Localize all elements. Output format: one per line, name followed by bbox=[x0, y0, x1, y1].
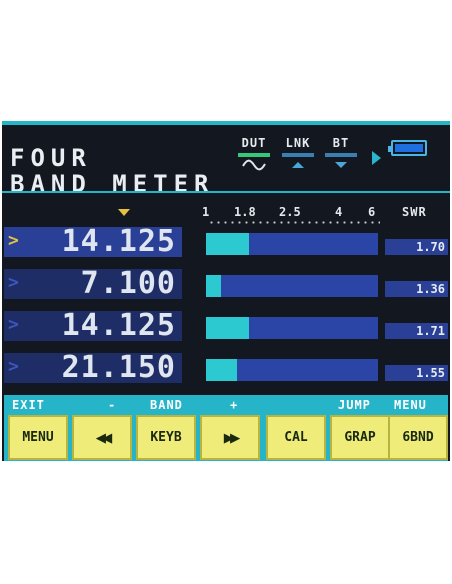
triangle-down-icon bbox=[335, 162, 347, 168]
header-divider bbox=[2, 191, 450, 193]
menu-label: MENU bbox=[394, 398, 427, 412]
grap-button[interactable]: GRAP bbox=[330, 415, 390, 460]
rewind-icon: ◀◀ bbox=[95, 427, 113, 448]
band-up-button[interactable]: ▶▶ bbox=[200, 415, 260, 460]
swr-header: SWR bbox=[402, 205, 427, 219]
dut-label: DUT bbox=[241, 136, 267, 150]
softkey-bar: EXIT - BAND + JUMP MENU MENU ◀◀ KEYB ▶▶ … bbox=[4, 395, 448, 461]
scale-tick: 4 bbox=[335, 205, 343, 219]
swr-meter bbox=[206, 275, 378, 297]
scale-tick: 1 bbox=[202, 205, 210, 219]
band-row-3[interactable]: > 14.125 1.71 bbox=[2, 308, 450, 343]
battery-fill bbox=[395, 144, 423, 152]
meter-screen: FOUR BAND METER DUT LNK BT 1 1.8 2.5 4 6… bbox=[2, 121, 450, 461]
lnk-indicator: LNK bbox=[282, 137, 314, 173]
swr-value: 1.71 bbox=[385, 323, 448, 339]
minus-label: - bbox=[108, 398, 117, 412]
chevron-right-icon: > bbox=[8, 356, 19, 377]
band-row-2[interactable]: > 7.100 1.36 bbox=[2, 266, 450, 301]
frequency-value: 7.100 bbox=[61, 266, 176, 301]
scale-tick: 1.8 bbox=[234, 205, 256, 219]
bt-indicator: BT bbox=[325, 137, 357, 173]
swr-meter bbox=[206, 233, 378, 255]
fast-forward-icon: ▶▶ bbox=[223, 427, 241, 448]
chevron-right-icon: > bbox=[8, 272, 19, 293]
swr-value: 1.70 bbox=[385, 239, 448, 255]
triangle-up-icon bbox=[292, 162, 304, 168]
band-row-4[interactable]: > 21.150 1.55 bbox=[2, 350, 450, 385]
menu-button[interactable]: MENU bbox=[8, 415, 68, 460]
page-title: FOUR BAND METER bbox=[10, 145, 215, 197]
band-row-1[interactable]: > 14.125 1.70 bbox=[2, 224, 450, 259]
scale-tick: 6 bbox=[368, 205, 376, 219]
swr-value: 1.55 bbox=[385, 365, 448, 381]
dut-status-bar bbox=[238, 153, 270, 157]
dut-symbol bbox=[238, 159, 270, 173]
scale-dots bbox=[208, 221, 380, 224]
dut-indicator: DUT bbox=[238, 137, 270, 173]
jump-label: JUMP bbox=[338, 398, 371, 412]
frequency-box[interactable]: > 14.125 bbox=[4, 224, 182, 259]
battery-nub bbox=[388, 146, 391, 152]
lnk-symbol bbox=[282, 159, 314, 173]
keyb-button[interactable]: KEYB bbox=[136, 415, 196, 460]
band-down-button[interactable]: ◀◀ bbox=[72, 415, 132, 460]
frequency-value: 21.150 bbox=[61, 350, 176, 385]
swr-meter-level bbox=[206, 275, 222, 297]
frequency-box[interactable]: > 21.150 bbox=[4, 350, 182, 385]
chevron-right-icon: > bbox=[8, 314, 19, 335]
frequency-value: 14.125 bbox=[61, 224, 176, 259]
swr-meter-level bbox=[206, 359, 237, 381]
swr-value: 1.36 bbox=[385, 281, 448, 297]
lnk-status-bar bbox=[282, 153, 314, 157]
title-line-1: FOUR bbox=[10, 144, 92, 172]
sine-wave-icon bbox=[242, 159, 266, 171]
exit-label: EXIT bbox=[12, 398, 45, 412]
lnk-label: LNK bbox=[285, 136, 311, 150]
6bnd-button[interactable]: 6BND bbox=[388, 415, 448, 460]
frequency-box[interactable]: > 14.125 bbox=[4, 308, 182, 343]
play-icon bbox=[372, 151, 381, 165]
selected-band-marker-icon bbox=[118, 209, 130, 216]
frequency-value: 14.125 bbox=[61, 308, 176, 343]
plus-label: + bbox=[230, 398, 239, 412]
cal-button[interactable]: CAL bbox=[266, 415, 326, 460]
band-label: BAND bbox=[150, 398, 183, 412]
swr-meter bbox=[206, 359, 378, 381]
bt-symbol bbox=[325, 159, 357, 173]
title-line-2: BAND METER bbox=[10, 170, 215, 198]
scale-tick: 2.5 bbox=[279, 205, 301, 219]
battery-icon bbox=[388, 140, 427, 156]
swr-meter-level bbox=[206, 317, 249, 339]
frequency-box[interactable]: > 7.100 bbox=[4, 266, 182, 301]
bt-label: BT bbox=[332, 136, 350, 150]
bt-status-bar bbox=[325, 153, 357, 157]
swr-meter-level bbox=[206, 233, 249, 255]
swr-meter bbox=[206, 317, 378, 339]
chevron-right-icon: > bbox=[8, 230, 19, 251]
